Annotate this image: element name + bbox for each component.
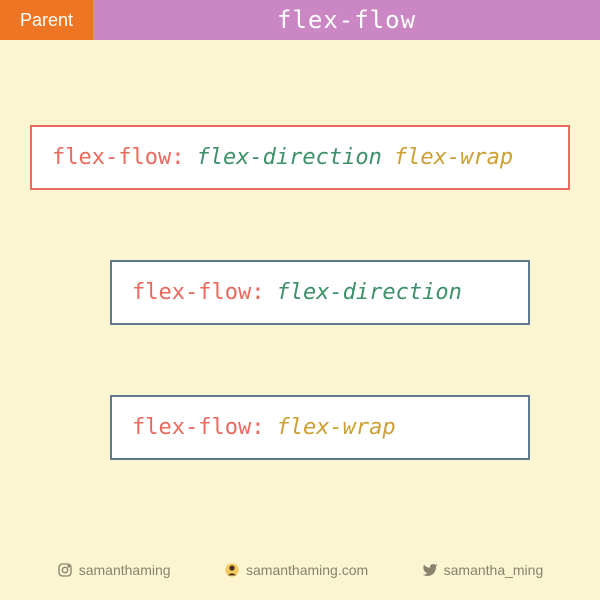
code-box-full: flex-flow: flex-direction flex-wrap <box>30 125 570 190</box>
value-flex-wrap: flex-wrap <box>276 415 395 440</box>
code-box-direction: flex-flow: flex-direction <box>110 260 530 325</box>
property-name: flex-flow: <box>132 280 264 305</box>
parent-badge: Parent <box>0 0 93 40</box>
page-title: flex-flow <box>93 0 600 40</box>
value-flex-wrap: flex-wrap <box>394 145 513 170</box>
header: Parent flex-flow <box>0 0 600 40</box>
twitter-icon <box>422 562 438 578</box>
footer: samanthaming samanthaming.com samantha_m… <box>0 562 600 578</box>
value-flex-direction: flex-direction <box>196 145 381 170</box>
value-flex-direction: flex-direction <box>276 280 461 305</box>
twitter-link[interactable]: samantha_ming <box>422 562 544 578</box>
code-box-wrap: flex-flow: flex-wrap <box>110 395 530 460</box>
instagram-link[interactable]: samanthaming <box>57 562 171 578</box>
website-url: samanthaming.com <box>246 562 368 578</box>
property-name: flex-flow: <box>132 415 264 440</box>
property-name: flex-flow: <box>52 145 184 170</box>
avatar-icon <box>224 562 240 578</box>
instagram-icon <box>57 562 73 578</box>
twitter-handle: samantha_ming <box>444 562 544 578</box>
content: flex-flow: flex-direction flex-wrap flex… <box>0 40 600 460</box>
instagram-handle: samanthaming <box>79 562 171 578</box>
website-link[interactable]: samanthaming.com <box>224 562 368 578</box>
